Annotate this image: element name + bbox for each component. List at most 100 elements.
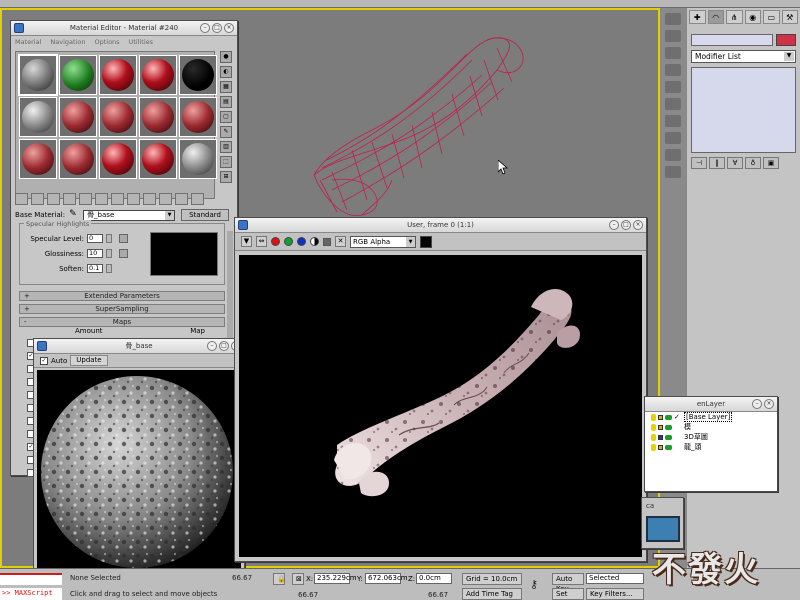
lightbulb-icon[interactable] [651,413,656,421]
red-channel-icon[interactable] [271,237,280,246]
video-color-check-icon[interactable]: ▢ [220,111,232,123]
lock-icon[interactable] [658,424,663,430]
material-slot[interactable] [18,54,58,96]
lightbulb-icon[interactable] [651,423,656,431]
teapot-icon[interactable] [665,434,672,440]
maximize-icon[interactable]: □ [219,341,229,351]
make-preview-icon[interactable]: ✎ [220,126,232,138]
absolute-mode-icon[interactable]: ⊠ [292,573,304,585]
clone-window-icon[interactable]: ⇔ [256,236,267,247]
teapot-icon[interactable] [665,414,672,420]
glossiness-input[interactable]: 10 [87,249,103,258]
remove-modifier-icon[interactable]: ♁ [745,157,761,169]
close-icon[interactable]: × [224,23,234,33]
auto-key-button[interactable]: Auto Key [552,573,584,593]
rollout-maps[interactable]: - Maps [19,317,225,327]
set-key-mode-icon[interactable]: ⚷ [530,578,538,591]
set-key-button[interactable]: Set Key [552,588,584,600]
rollout-extended-parameters[interactable]: + Extended Parameters [19,291,225,301]
maximize-icon[interactable]: □ [621,220,631,230]
rollout-supersampling[interactable]: + SuperSampling [19,304,225,314]
floating-panel-swatch[interactable] [646,516,680,542]
sample-type-icon[interactable]: ● [220,51,232,63]
layer-row[interactable]: 3D草圖 [645,432,777,442]
minimize-icon[interactable]: – [752,399,762,409]
lock-icon[interactable] [658,434,663,440]
save-bitmap-icon[interactable]: ▼ [241,236,252,247]
channel-select-dropdown[interactable]: RGB Alpha ▼ [350,235,416,248]
show-end-result-icon[interactable]: ‖ [709,157,725,169]
material-name-input[interactable]: 骨_base ▼ [83,209,176,221]
nav-icon[interactable] [665,64,681,76]
lock-selection-icon[interactable]: 🔒 [273,573,286,585]
spinner-icon[interactable] [106,234,112,243]
go-to-parent-icon[interactable] [175,193,188,205]
material-slot[interactable] [99,97,137,137]
soften-input[interactable]: 0.1 [87,264,103,273]
material-editor-titlebar[interactable]: Material Editor - Material #240 – □ × [11,21,237,36]
maximize-icon[interactable]: □ [212,23,222,33]
material-navigator-icon[interactable]: ⊞ [220,171,232,183]
object-name-input[interactable] [691,34,773,46]
show-end-result-icon[interactable] [159,193,172,205]
make-copy-icon[interactable] [79,193,92,205]
pin-stack-icon[interactable]: ⊣ [691,157,707,169]
utilities-tab-icon[interactable]: ⚒ [781,10,798,24]
modify-tab-icon[interactable]: ◠ [707,10,724,24]
green-channel-icon[interactable] [284,237,293,246]
alpha-channel-icon[interactable] [310,237,319,246]
nav-icon[interactable] [665,166,681,178]
create-tab-icon[interactable]: ✚ [689,10,706,24]
nav-icon[interactable] [665,149,681,161]
nav-icon[interactable] [665,98,681,110]
specular-level-input[interactable]: 0 [87,234,103,243]
minimize-icon[interactable]: – [207,341,217,351]
nav-icon[interactable] [665,30,681,42]
menu-options[interactable]: Options [94,38,119,46]
maxscript-listener-top[interactable] [0,573,62,585]
x-coordinate-field[interactable]: 235.229cm [314,573,357,584]
teapot-icon[interactable] [665,424,672,430]
eyedropper-icon[interactable]: ✎ [69,210,79,220]
display-tab-icon[interactable]: ▭ [763,10,780,24]
clear-icon[interactable]: ✕ [335,236,346,247]
material-slot[interactable] [179,97,217,137]
z-coordinate-field[interactable]: 0.0cm [416,573,452,584]
assign-to-selection-icon[interactable] [47,193,60,205]
material-slot[interactable] [59,139,97,179]
backlight-icon[interactable]: ◐ [220,66,232,78]
y-coordinate-field[interactable]: 672.063cm [365,573,408,584]
material-slot[interactable] [139,97,177,137]
put-to-library-icon[interactable] [111,193,124,205]
minimize-icon[interactable]: – [200,23,210,33]
material-slot[interactable] [19,139,57,179]
teapot-icon[interactable] [665,444,672,450]
motion-tab-icon[interactable]: ◉ [744,10,761,24]
material-slot[interactable] [139,139,177,179]
menu-navigation[interactable]: Navigation [50,38,85,46]
material-id-icon[interactable] [127,193,140,205]
preview-titlebar[interactable]: 骨_base – □ × [34,339,244,354]
layer-row[interactable]: 龍_頭 [645,442,777,452]
uv-tiling-icon[interactable]: ▤ [220,96,232,108]
modifier-stack[interactable] [691,67,796,153]
material-slot[interactable] [99,139,137,179]
modifier-list-dropdown[interactable]: Modifier List ▼ [691,50,796,63]
auto-checkbox[interactable]: ✓ [40,356,48,365]
render-titlebar[interactable]: User, frame 0 (1:1) – □ × [235,218,646,233]
map-button[interactable] [119,249,128,258]
hierarchy-tab-icon[interactable]: ⋔ [726,10,743,24]
nav-icon[interactable] [665,47,681,59]
make-unique-icon[interactable] [95,193,108,205]
lightbulb-icon[interactable] [651,443,656,451]
background-icon[interactable]: ▦ [220,81,232,93]
minimize-icon[interactable]: – [609,220,619,230]
reset-map-icon[interactable] [63,193,76,205]
spinner-icon[interactable] [106,264,112,273]
maxscript-listener[interactable]: >> MAXScript [0,588,62,600]
make-unique-icon[interactable]: ∀ [727,157,743,169]
material-slot[interactable] [99,55,137,95]
lock-icon[interactable] [658,444,663,450]
material-slot[interactable] [59,97,97,137]
layer-row[interactable]: 模 [645,422,777,432]
